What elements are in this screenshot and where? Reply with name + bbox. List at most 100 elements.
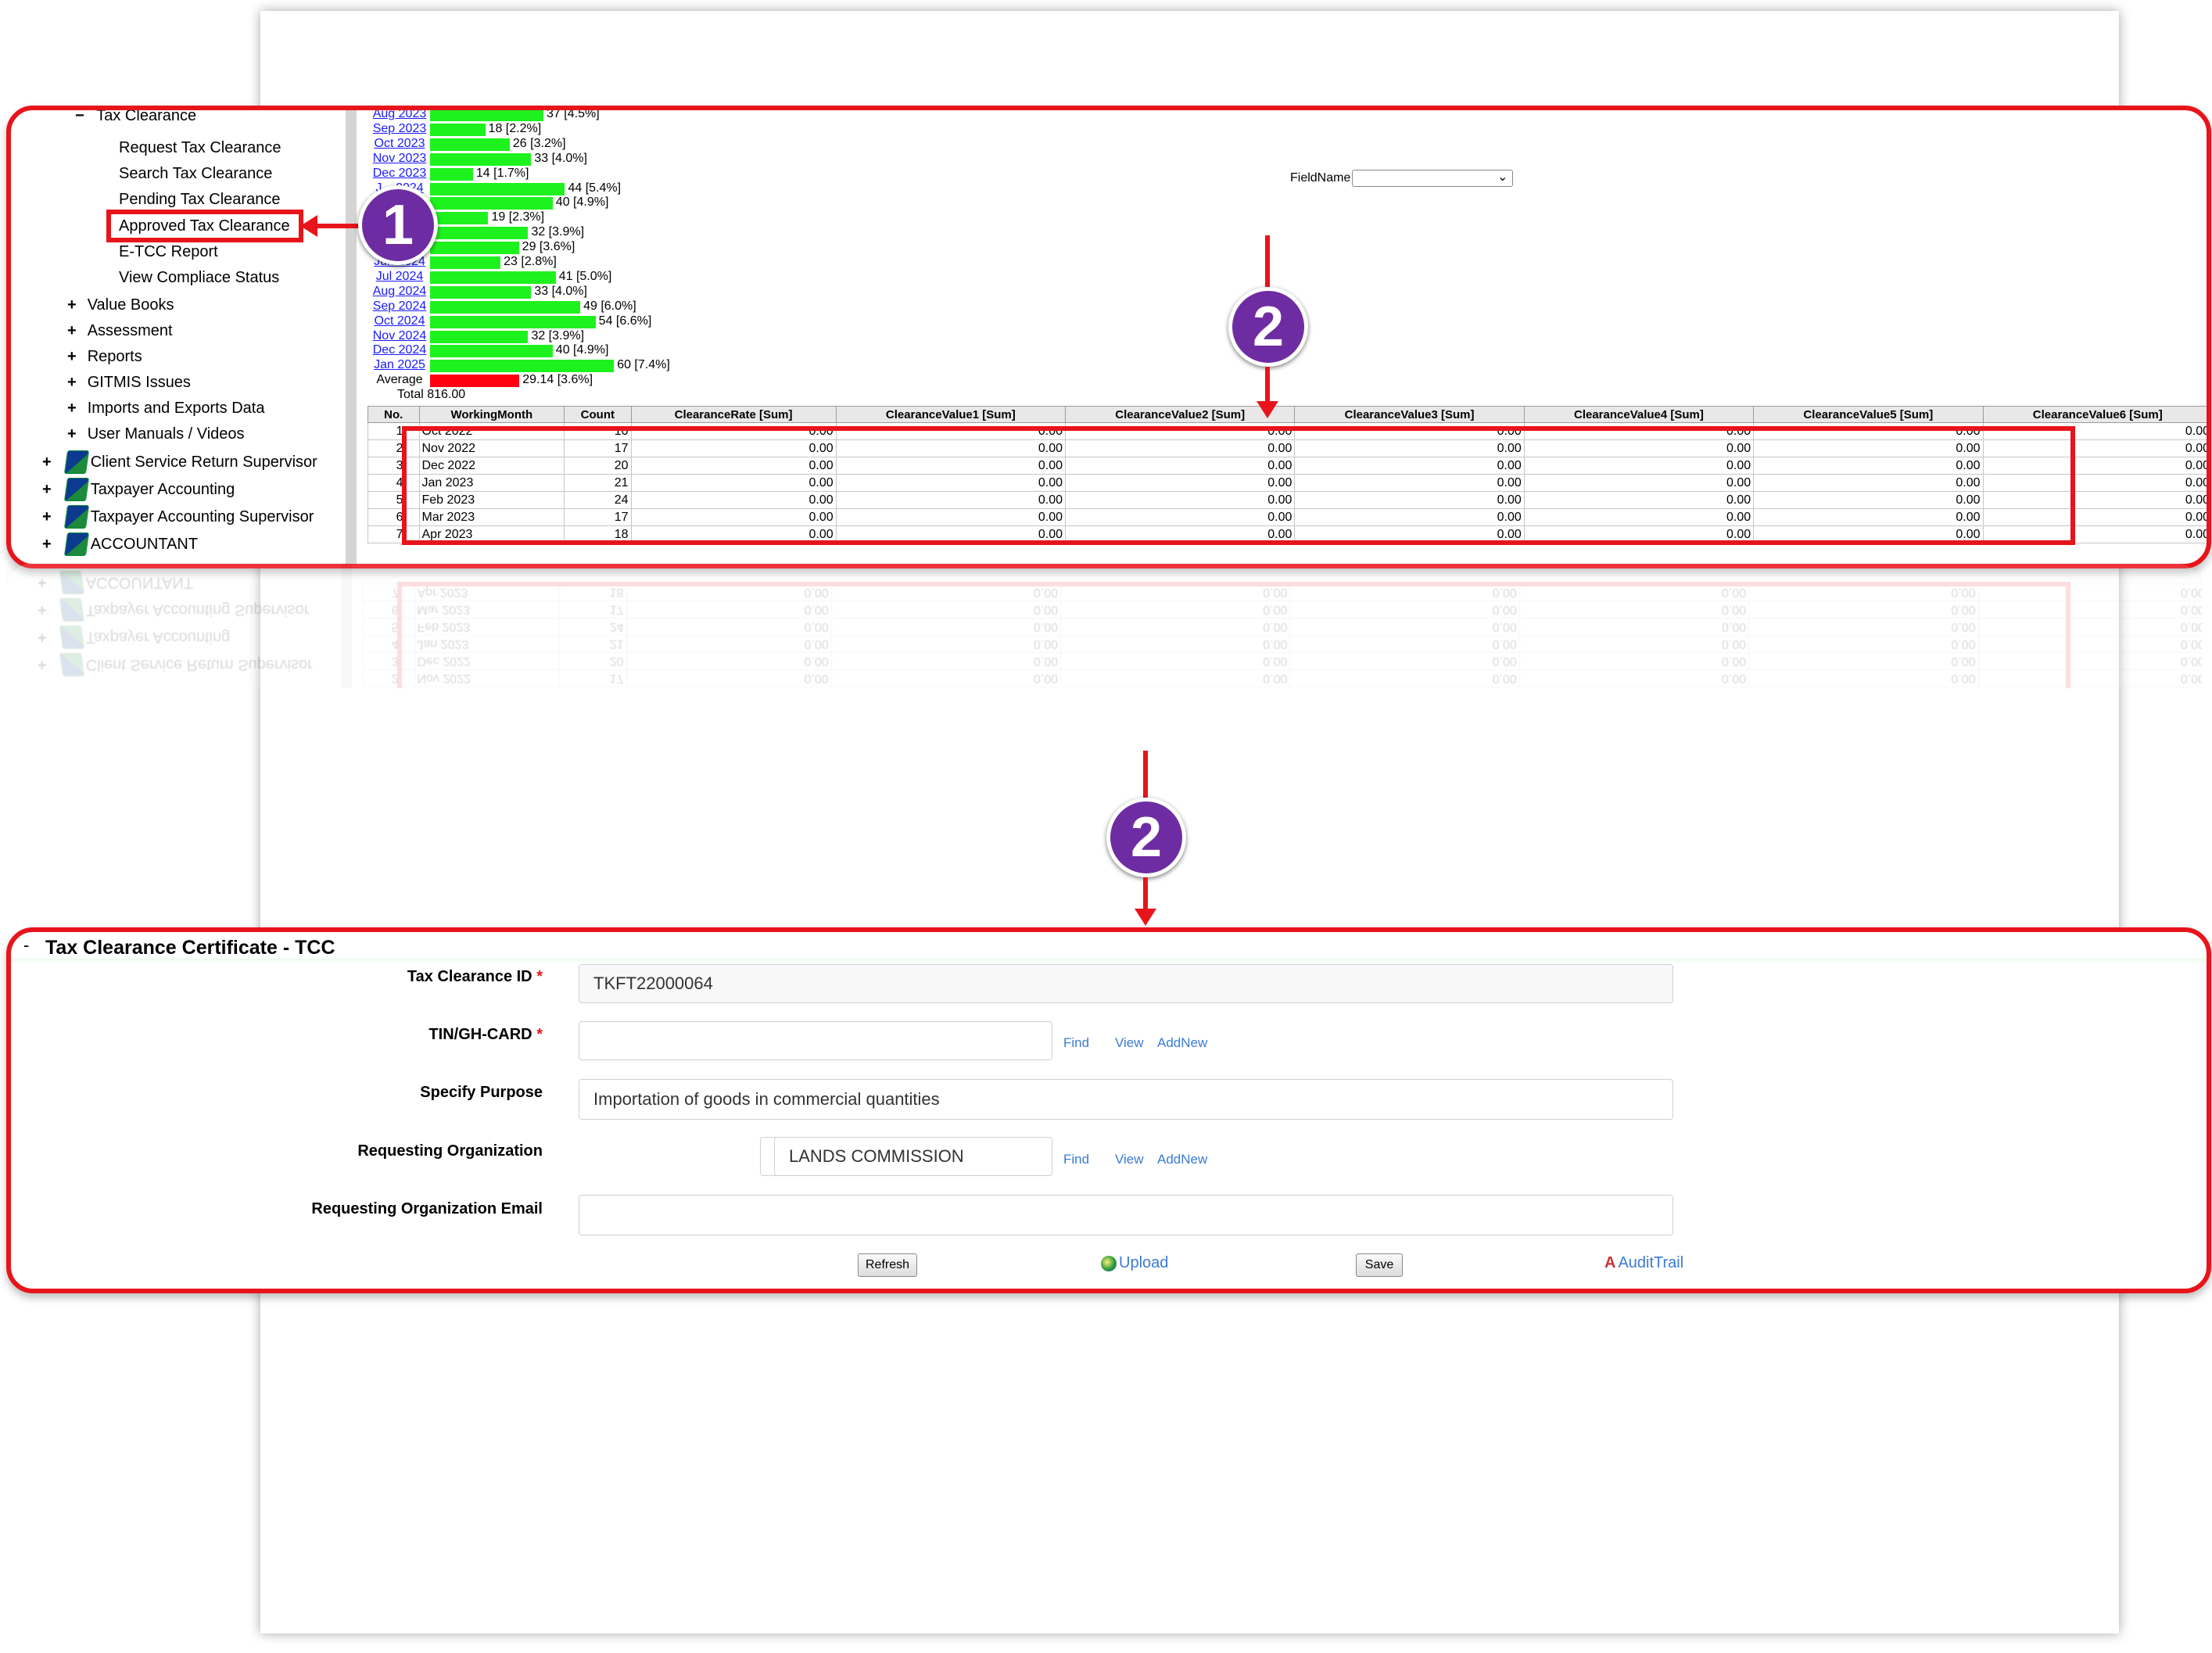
chart-bar [430,271,556,284]
expand-icon[interactable]: + [67,425,77,443]
org-view-link[interactable]: View [1115,1152,1144,1167]
chart-value-label: 23 [2.8%] [504,255,557,268]
tin-addnew-link[interactable]: AddNew [1157,1035,1207,1051]
chart-category-link[interactable]: Jul 2024 [364,270,435,284]
refresh-button[interactable]: Refresh [858,1253,917,1277]
tax-clearance-node[interactable]: − Tax Clearance [75,110,196,125]
grid-header-cell[interactable]: ClearanceValue6 [Sum] [1982,406,2207,423]
grid-header-cell[interactable]: No. [367,406,420,423]
form-title-underline [11,959,2207,963]
sidebar-scrollbar[interactable] [346,110,357,564]
reflection-copy[interactable]: + [63,684,72,688]
sidebar-folder-client-service[interactable]: + Client Service Return Supervisor [42,450,317,474]
expand-icon[interactable]: + [67,400,77,417]
chart-category-link[interactable]: Nov 2023 [364,152,435,166]
step-2-badge-middle: 2 [1106,798,1186,877]
grid-header-cell[interactable]: Count [564,406,632,423]
chart-bar-row: Aug 2023 37 [4.5%] [364,110,771,121]
tin-field[interactable] [579,1021,1052,1060]
chart-bar-row: Jul 2024 41 [5.0%] [364,270,771,284]
purpose-textarea[interactable]: Importation of goods in commercial quant… [579,1079,1673,1120]
requesting-org-field[interactable]: LANDS COMMISSION [774,1137,1052,1176]
module-icon [63,478,90,501]
expand-icon[interactable]: + [42,508,52,525]
chart-value-label: 26 [3.2%] [512,136,566,150]
tin-view-link[interactable]: View [1115,1035,1144,1051]
grid-header-cell[interactable]: WorkingMonth [418,406,565,423]
chart-total-label: Total 816.00 [397,388,466,402]
sidebar-item-request-tax-clearance[interactable]: Request Tax Clearance [119,139,281,157]
expand-icon[interactable]: + [67,348,77,365]
chart-category-link[interactable]: Oct 2023 [364,137,435,151]
form-title: Tax Clearance Certificate - TCC [45,937,335,959]
chart-category-link[interactable]: Aug 2024 [364,285,435,299]
sidebar-item-pending-tax-clearance[interactable]: Pending Tax Clearance [119,191,280,209]
sidebar-group-assessment[interactable]: + Assessment [67,322,173,340]
grid-header-cell[interactable]: ClearanceValue4 [Sum] [1523,406,1755,423]
chart-category-link[interactable]: Dec 2023 [364,167,435,181]
upload-link[interactable]: Upload [1101,1254,1168,1272]
sidebar-group-imports-exports[interactable]: + Imports and Exports Data [67,400,264,418]
reflection-copy[interactable]: + User Manuals / Videos [63,683,240,688]
group-label: User Manuals / Videos [87,425,245,443]
reflection-copy[interactable]: + [38,656,47,673]
sidebar-item-view-compliance-status[interactable]: View Compliace Status [119,269,279,287]
tax-clearance-id-field[interactable]: TKFT22000064 [579,964,1673,1003]
chart-category-link[interactable]: Aug 2023 [364,110,435,121]
reflection-copy[interactable]: + Taxpayer Accounting [38,626,231,649]
tin-find-link[interactable]: Find [1063,1035,1089,1051]
sidebar-item-search-tax-clearance[interactable]: Search Tax Clearance [119,165,272,183]
grid-header-cell[interactable]: ClearanceRate [Sum] [630,406,837,423]
expand-icon[interactable]: + [42,454,52,471]
requesting-org-email-label: Requesting Organization Email [311,1200,543,1217]
reflection-copy: Taxpayer Accounting [85,629,231,646]
org-addnew-link[interactable]: AddNew [1157,1152,1207,1167]
grid-header-cell[interactable]: ClearanceValue5 [Sum] [1753,406,1984,423]
chart-category-link[interactable]: Nov 2024 [364,329,435,343]
reflection-copy[interactable]: + [38,629,47,646]
chart-bar [430,285,532,299]
chart-category-link[interactable]: Sep 2023 [364,122,435,136]
chart-category-link[interactable]: Sep 2024 [364,299,435,314]
expand-icon[interactable]: + [42,481,52,498]
save-button[interactable]: Save [1356,1253,1403,1277]
sidebar-tree: − Tax Clearance Request Tax Clearance Se… [11,110,357,564]
group-label: Value Books [87,296,174,314]
expand-icon[interactable]: + [67,296,77,314]
collapse-icon[interactable]: − [75,110,84,124]
grid-header-cell[interactable]: ClearanceValue1 [Sum] [835,406,1067,423]
org-find-link[interactable]: Find [1063,1152,1089,1167]
sidebar-group-gitmis-issues[interactable]: + GITMIS Issues [67,374,191,392]
chart-value-label: 54 [6.6%] [598,314,652,328]
chart-bar-row: J... 202444 [5.4%] [364,181,771,195]
reflection-copy[interactable]: + [38,601,47,619]
sidebar-group-reports[interactable]: + Reports [67,348,142,366]
module-icon [63,532,90,556]
chart-category-link[interactable]: Jan 2025 [364,358,435,372]
sidebar-folder-accountant[interactable]: + ACCOUNTANT [42,532,198,556]
reflection-copy[interactable]: + [38,574,47,591]
expand-icon[interactable]: + [42,536,52,553]
expand-icon[interactable]: + [67,374,77,391]
chart-value-label: 40 [4.9%] [555,343,609,357]
chart-category-link[interactable]: Dec 2024 [364,343,435,357]
collapse-icon[interactable]: - [23,935,29,956]
sidebar-folder-taxpayer-accounting[interactable]: + Taxpayer Accounting [42,478,235,501]
chart-category-link[interactable]: Oct 2024 [364,314,435,328]
highlight-grid-rows [402,426,2075,545]
reflection-copy[interactable]: + ACCOUNTANT [38,571,193,594]
folder-label: Taxpayer Accounting Supervisor [90,508,314,525]
audit-trail-link[interactable]: A AuditTrail [1604,1254,1683,1272]
chart-average-bar [430,375,520,388]
sidebar-group-value-books[interactable]: + Value Books [67,296,174,314]
sidebar-item-etcc-report[interactable]: E-TCC Report [119,243,218,261]
sidebar-group-user-manuals[interactable]: + User Manuals / Videos [67,425,245,443]
expand-icon[interactable]: + [67,322,77,339]
chart-bar [430,315,596,328]
sidebar-folder-taxpayer-accounting-supervisor[interactable]: + Taxpayer Accounting Supervisor [42,505,314,529]
chart-value-label: 49 [6.0%] [583,299,636,313]
arrow-2-line-lower [1265,367,1270,406]
fieldname-select[interactable]: ⌄ [1352,170,1514,187]
grid-header-cell[interactable]: ClearanceValue3 [Sum] [1294,406,1525,423]
requesting-org-email-field[interactable] [579,1195,1673,1235]
